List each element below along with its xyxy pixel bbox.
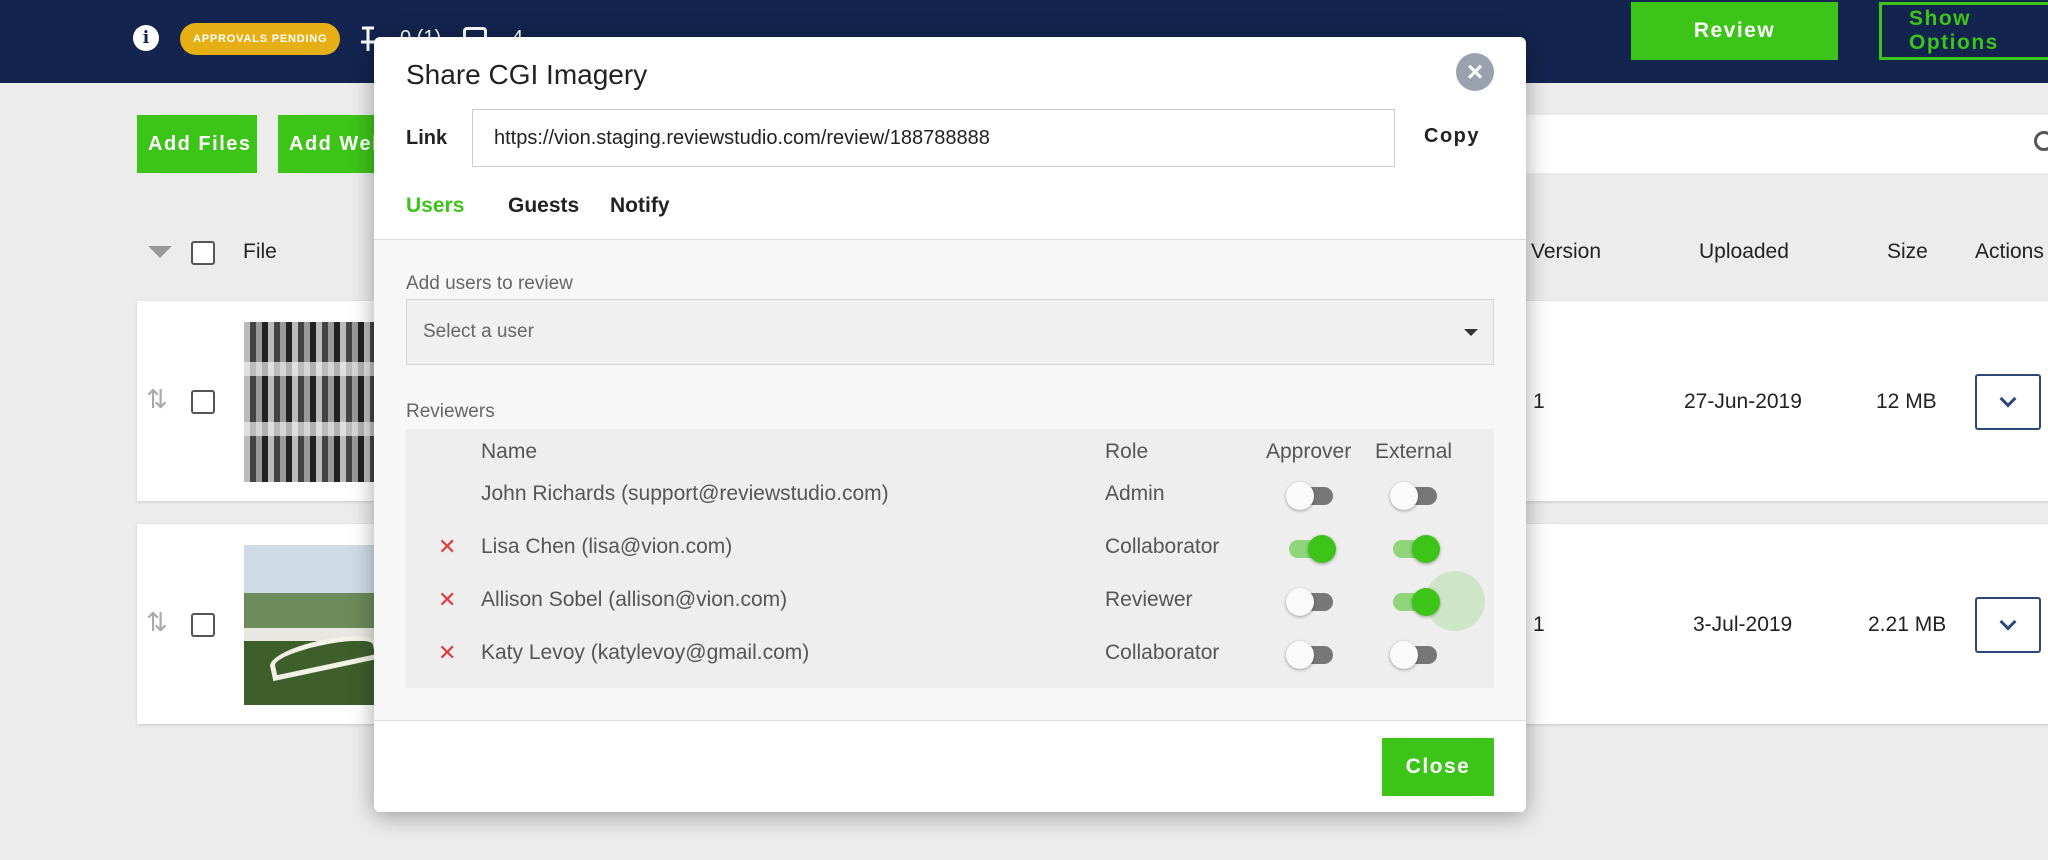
review-button[interactable]: Review bbox=[1631, 2, 1838, 60]
external-toggle[interactable] bbox=[1393, 535, 1440, 563]
column-external: External bbox=[1375, 440, 1453, 463]
column-size[interactable]: Size bbox=[1887, 240, 1928, 264]
chevron-down-icon[interactable] bbox=[1464, 329, 1478, 336]
approver-toggle[interactable] bbox=[1286, 588, 1333, 616]
reviewer-name: Lisa Chen (lisa@vion.com) bbox=[481, 535, 733, 558]
column-approver: Approver bbox=[1266, 440, 1352, 463]
column-role: Role bbox=[1105, 440, 1149, 463]
add-users-label: Add users to review bbox=[406, 273, 573, 294]
reviewer-role: Reviewer bbox=[1105, 588, 1193, 611]
tab-guests[interactable]: Guests bbox=[508, 194, 579, 218]
tabs-divider bbox=[374, 239, 1526, 240]
external-toggle[interactable] bbox=[1390, 641, 1437, 669]
column-file[interactable]: File bbox=[243, 240, 277, 264]
reviewer-role: Collaborator bbox=[1105, 641, 1220, 664]
tab-users[interactable]: Users bbox=[406, 194, 464, 218]
share-link-field[interactable] bbox=[472, 109, 1395, 167]
column-actions: Actions bbox=[1975, 240, 2044, 263]
tab-notify[interactable]: Notify bbox=[610, 194, 670, 218]
file-thumbnail[interactable] bbox=[244, 322, 384, 482]
approver-toggle[interactable] bbox=[1289, 535, 1336, 563]
column-uploaded[interactable]: Uploaded bbox=[1699, 240, 1789, 264]
share-dialog: Share CGI Imagery × Link Copy Users Gues… bbox=[374, 37, 1526, 812]
show-options-button[interactable]: Show Options bbox=[1879, 2, 2048, 60]
sort-caret-icon[interactable] bbox=[148, 246, 172, 258]
dialog-footer bbox=[374, 721, 1526, 812]
close-button[interactable]: Close bbox=[1382, 738, 1494, 796]
reviewer-name: Allison Sobel (allison@vion.com) bbox=[481, 588, 788, 611]
search-icon[interactable] bbox=[2034, 131, 2048, 151]
row-actions-button[interactable] bbox=[1975, 374, 2041, 430]
reviewer-name: Katy Levoy (katylevoy@gmail.com) bbox=[481, 641, 810, 664]
row-size: 12 MB bbox=[1876, 390, 1937, 413]
column-version[interactable]: Version bbox=[1531, 240, 1601, 264]
column-name: Name bbox=[481, 440, 538, 463]
reviewers-label: Reviewers bbox=[406, 401, 495, 422]
dialog-title: Share CGI Imagery bbox=[406, 59, 648, 90]
row-checkbox[interactable] bbox=[191, 390, 215, 414]
row-version: 1 bbox=[1533, 613, 1545, 636]
row-checkbox[interactable] bbox=[191, 613, 215, 637]
link-label: Link bbox=[406, 127, 448, 149]
chevron-down-icon bbox=[1999, 390, 2017, 408]
row-uploaded: 3-Jul-2019 bbox=[1693, 613, 1793, 636]
add-files-button[interactable]: Add Files bbox=[137, 115, 257, 173]
search-input[interactable] bbox=[1524, 115, 2048, 173]
external-toggle[interactable] bbox=[1390, 482, 1437, 510]
close-icon[interactable]: × bbox=[1456, 53, 1494, 91]
row-version: 1 bbox=[1533, 390, 1545, 413]
drag-handle-icon[interactable]: ⇅ bbox=[146, 384, 168, 415]
row-uploaded: 27-Jun-2019 bbox=[1684, 390, 1802, 413]
remove-reviewer-icon[interactable]: ✕ bbox=[438, 587, 456, 613]
reviewer-role: Collaborator bbox=[1105, 535, 1220, 558]
reviewer-name: John Richards (support@reviewstudio.com) bbox=[481, 482, 889, 505]
approvals-pending-badge: APPROVALS PENDING bbox=[180, 23, 341, 55]
row-actions-button[interactable] bbox=[1975, 597, 2041, 653]
reviewer-role: Admin bbox=[1105, 482, 1165, 505]
chevron-down-icon bbox=[1999, 613, 2017, 631]
approver-toggle[interactable] bbox=[1286, 482, 1333, 510]
select-all-checkbox[interactable] bbox=[191, 241, 215, 265]
remove-reviewer-icon[interactable]: ✕ bbox=[438, 640, 456, 666]
drag-handle-icon[interactable]: ⇅ bbox=[146, 607, 168, 638]
copy-button[interactable]: Copy bbox=[1424, 125, 1480, 148]
file-thumbnail[interactable] bbox=[244, 545, 384, 705]
info-icon[interactable]: i bbox=[133, 25, 159, 51]
row-size: 2.21 MB bbox=[1868, 613, 1947, 636]
user-select[interactable]: Select a user bbox=[406, 299, 1494, 365]
remove-reviewer-icon[interactable]: ✕ bbox=[438, 534, 456, 560]
approver-toggle[interactable] bbox=[1286, 641, 1333, 669]
external-toggle[interactable] bbox=[1393, 588, 1440, 616]
